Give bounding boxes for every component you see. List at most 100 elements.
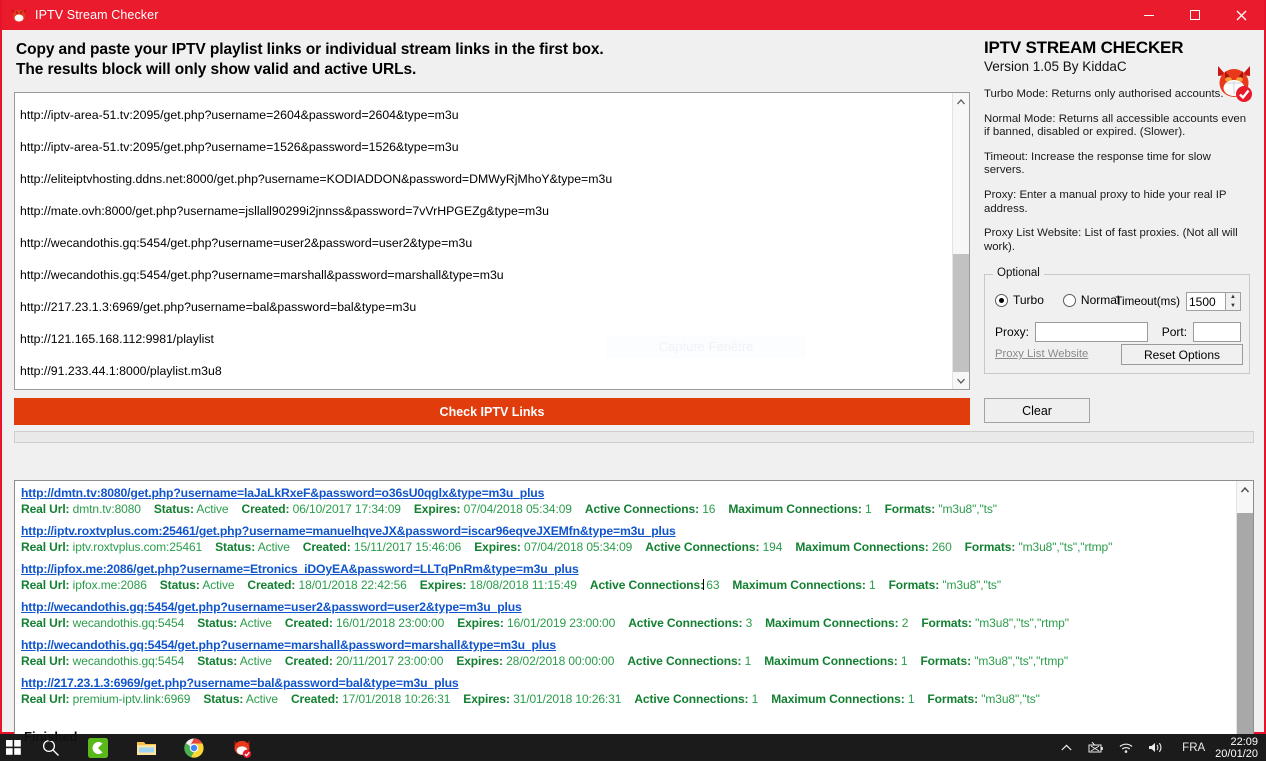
brand-title: IPTV STREAM CHECKER <box>984 38 1184 57</box>
timeout-label: Timeout(ms) <box>1115 295 1180 308</box>
clock[interactable]: 22:09 20/01/20 <box>1215 736 1266 760</box>
proxy-list-website-link[interactable]: Proxy List Website <box>995 348 1088 360</box>
result-expires-value: 18/08/2018 11:15:49 <box>466 578 577 592</box>
links-input-line: http://wecandothis.gq:5454/get.php?usern… <box>20 268 504 282</box>
close-button[interactable] <box>1218 0 1264 30</box>
result-maximum-connections-label: Maximum Connections: <box>728 502 862 516</box>
result-url-link[interactable]: http://iptv.roxtvplus.com:25461/get.php?… <box>21 523 1236 539</box>
result-real-url-label: Real Url: <box>21 502 70 516</box>
turbo-radio-label: Turbo <box>1013 293 1044 307</box>
result-maximum-connections-label: Maximum Connections: <box>795 540 929 554</box>
links-input-line: http://121.165.168.112:9981/playlist <box>20 332 214 346</box>
result-url-link[interactable]: http://ipfox.me:2086/get.php?username=Et… <box>21 561 1236 577</box>
app-window: IPTV Stream Checker Copy and paste your … <box>0 0 1266 752</box>
result-formats-value: "m3u8","ts","rtmp" <box>1015 540 1113 554</box>
result-expires-value: 31/01/2018 10:26:31 <box>509 692 622 706</box>
result-maximum-connections-value: 260 <box>928 540 952 554</box>
turbo-radio[interactable] <box>995 293 1008 307</box>
result-url-link[interactable]: http://217.23.1.3:6969/get.php?username=… <box>21 675 1236 691</box>
results-list: http://dmtn.tv:8080/get.php?username=laJ… <box>15 481 1236 751</box>
title-bar[interactable]: IPTV Stream Checker <box>2 0 1264 30</box>
result-created-label: Created: <box>302 540 351 554</box>
result-active-connections-value: 194 <box>759 540 783 554</box>
result-created-value: 16/01/2018 23:00:00 <box>332 616 445 630</box>
result-expires-label: Expires: <box>463 692 510 706</box>
file-explorer-icon[interactable] <box>122 734 170 761</box>
result-active-connections-label: Active Connections: <box>584 502 699 516</box>
result-formats-label: Formats: <box>964 540 1016 554</box>
result-active-connections-label: Active Connections: <box>645 540 760 554</box>
clock-time: 22:09 <box>1230 735 1258 748</box>
result-active-connections-value: 3 <box>742 616 753 630</box>
result-active-connections-label: Active Connections: <box>589 578 705 592</box>
minimize-button[interactable] <box>1126 0 1172 30</box>
result-status-value: Active <box>237 654 272 668</box>
links-input-line: http://wecandothis.gq:5454/get.php?usern… <box>20 236 473 250</box>
result-active-connections-value: 1 <box>741 654 752 668</box>
result-status-value: Active <box>243 692 278 706</box>
result-maximum-connections-value: 1 <box>861 502 872 516</box>
result-row: http://wecandothis.gq:5454/get.php?usern… <box>21 637 1236 670</box>
wifi-icon[interactable] <box>1111 741 1141 754</box>
result-real-url-value: premium-iptv.link:6969 <box>69 692 191 706</box>
results-scroll-track[interactable] <box>1237 498 1253 751</box>
result-formats-label: Formats: <box>920 654 971 668</box>
result-maximum-connections-label: Maximum Connections: <box>765 616 899 630</box>
iptv-checker-icon[interactable] <box>218 734 266 761</box>
stepper-down-icon[interactable]: ▼ <box>1226 302 1240 311</box>
start-icon[interactable] <box>0 734 26 761</box>
clear-button[interactable]: Clear <box>984 398 1090 423</box>
links-input-container[interactable]: http://iptv-area-51.tv:2095/get.php?user… <box>14 92 970 390</box>
normal-radio[interactable] <box>1062 293 1076 307</box>
result-url-link[interactable]: http://dmtn.tv:8080/get.php?username=laJ… <box>21 485 1236 501</box>
result-url-link[interactable]: http://wecandothis.gq:5454/get.php?usern… <box>21 637 1236 653</box>
help-turbo: Turbo Mode: Returns only authorised acco… <box>984 88 1224 100</box>
links-input-scrollbar[interactable] <box>952 93 969 389</box>
result-real-url-label: Real Url: <box>21 616 70 630</box>
links-input-line: http://iptv-area-51.tv:2095/get.php?user… <box>20 108 459 122</box>
chevron-up-icon[interactable] <box>1054 744 1079 752</box>
proxy-input[interactable] <box>1035 322 1148 342</box>
result-meta: Real Url: premium-iptv.link:6969 Status: … <box>21 691 1236 708</box>
timeout-stepper[interactable]: ▲ ▼ <box>1226 292 1241 311</box>
result-formats-value: "m3u8","ts" <box>939 578 1001 592</box>
links-input-scroll-thumb[interactable] <box>953 254 969 372</box>
result-formats-label: Formats: <box>884 502 936 516</box>
results-scrollbar[interactable] <box>1236 481 1253 751</box>
result-formats-value: "m3u8","ts","rtmp" <box>970 654 1068 668</box>
result-created-label: Created: <box>290 692 339 706</box>
timeout-input[interactable]: 1500 <box>1186 292 1226 311</box>
battery-icon[interactable] <box>1079 741 1111 754</box>
result-created-label: Created: <box>247 578 296 592</box>
stepper-up-icon[interactable]: ▲ <box>1226 293 1240 302</box>
results-scroll-thumb[interactable] <box>1237 513 1253 751</box>
result-active-connections-label: Active Connections: <box>627 654 742 668</box>
reset-options-button[interactable]: Reset Options <box>1121 344 1243 365</box>
port-input[interactable] <box>1193 322 1241 342</box>
chrome-icon[interactable] <box>170 734 218 761</box>
links-input[interactable]: http://iptv-area-51.tv:2095/get.php?user… <box>15 93 952 389</box>
results-container[interactable]: http://dmtn.tv:8080/get.php?username=laJ… <box>14 480 1254 752</box>
result-expires-label: Expires: <box>419 578 467 592</box>
maximize-button[interactable] <box>1172 0 1218 30</box>
result-active-connections-value: 63 <box>703 578 720 592</box>
result-expires-label: Expires: <box>474 540 521 554</box>
camtasia-icon[interactable] <box>74 734 122 761</box>
result-url-link[interactable]: http://wecandothis.gq:5454/get.php?usern… <box>21 599 1236 615</box>
volume-icon[interactable] <box>1141 741 1172 754</box>
result-active-connections-value: 1 <box>748 692 759 706</box>
result-real-url-value: wecandothis.gq:5454 <box>69 616 185 630</box>
scroll-down-icon[interactable] <box>953 372 969 389</box>
result-row: http://dmtn.tv:8080/get.php?username=laJ… <box>21 485 1236 518</box>
scroll-up-icon[interactable] <box>953 93 969 110</box>
language-indicator[interactable]: FRA <box>1172 742 1215 754</box>
port-label: Port: <box>1161 325 1188 339</box>
optional-legend: Optional <box>993 267 1044 279</box>
result-expires-value: 07/04/2018 05:34:09 <box>460 502 572 516</box>
check-iptv-links-button[interactable]: Check IPTV Links <box>14 398 970 425</box>
result-meta: Real Url: iptv.roxtvplus.com:25461 Status… <box>21 539 1236 556</box>
links-input-scroll-track[interactable] <box>953 110 969 372</box>
results-scroll-up-icon[interactable] <box>1237 481 1253 498</box>
result-meta: Real Url: wecandothis.gq:5454 Status: Act… <box>21 615 1236 632</box>
result-meta: Real Url: wecandothis.gq:5454 Status: Act… <box>21 653 1236 670</box>
